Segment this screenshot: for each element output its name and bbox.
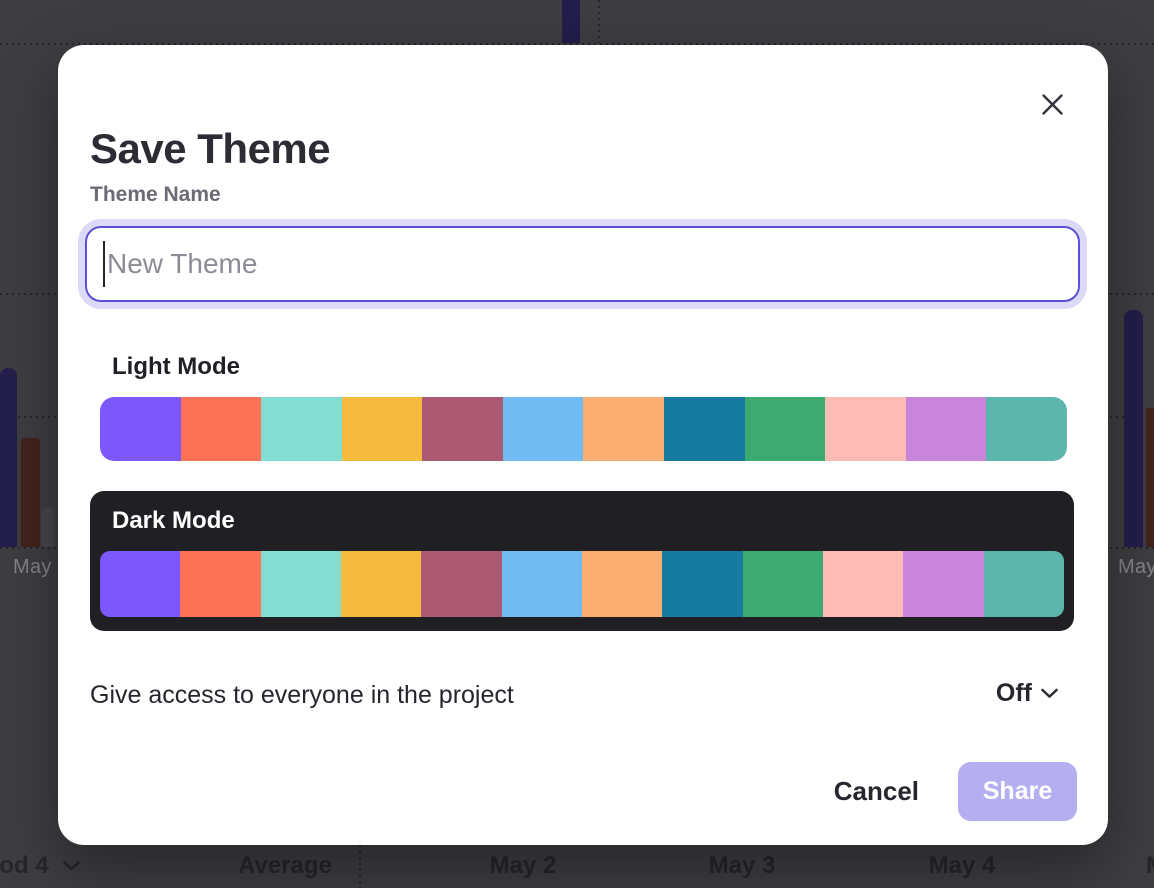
color-swatch bbox=[421, 551, 501, 617]
text-cursor bbox=[103, 241, 105, 287]
chart-bar bbox=[1124, 310, 1143, 547]
color-swatch bbox=[341, 551, 421, 617]
period-dropdown[interactable]: Period 4 bbox=[0, 852, 80, 880]
color-swatch bbox=[906, 397, 987, 461]
axis-label-may-left: May bbox=[13, 556, 52, 579]
color-swatch bbox=[825, 397, 906, 461]
color-swatch bbox=[743, 551, 823, 617]
x-axis-label: May 2 bbox=[490, 852, 557, 880]
color-swatch bbox=[903, 551, 983, 617]
chart-bar bbox=[0, 368, 17, 547]
color-swatch bbox=[823, 551, 903, 617]
color-swatch bbox=[502, 551, 582, 617]
gridline bbox=[598, 0, 600, 43]
chart-bar bbox=[42, 508, 54, 547]
theme-name-input[interactable] bbox=[85, 226, 1080, 302]
color-swatch bbox=[664, 397, 745, 461]
color-swatch bbox=[422, 397, 503, 461]
dark-mode-palette bbox=[100, 551, 1064, 617]
dialog-title: Save Theme bbox=[90, 125, 330, 173]
x-axis-label: May 3 bbox=[709, 852, 776, 880]
dialog-footer: Cancel Share bbox=[834, 762, 1077, 821]
share-button[interactable]: Share bbox=[958, 762, 1077, 821]
color-swatch bbox=[582, 551, 662, 617]
color-swatch bbox=[986, 397, 1067, 461]
chart-bar bbox=[21, 438, 40, 547]
access-dropdown[interactable]: Off bbox=[996, 679, 1058, 708]
light-mode-label: Light Mode bbox=[112, 353, 240, 381]
color-swatch bbox=[180, 551, 260, 617]
light-mode-palette bbox=[100, 397, 1067, 461]
chevron-down-icon bbox=[1041, 688, 1058, 699]
chevron-down-icon bbox=[63, 861, 80, 871]
dark-mode-preview-card: Dark Mode bbox=[90, 491, 1074, 631]
color-swatch bbox=[100, 397, 181, 461]
save-theme-dialog: Save Theme Theme Name Light Mode Dark Mo… bbox=[58, 45, 1108, 845]
chart-bar bbox=[1146, 408, 1154, 547]
color-swatch bbox=[261, 551, 341, 617]
x-axis-label: Average bbox=[238, 852, 332, 880]
period-dropdown-label: Period 4 bbox=[0, 852, 49, 880]
close-button[interactable] bbox=[1033, 85, 1071, 123]
color-swatch bbox=[583, 397, 664, 461]
access-label: Give access to everyone in the project bbox=[90, 681, 514, 710]
chart-bar bbox=[562, 0, 580, 43]
color-swatch bbox=[261, 397, 342, 461]
close-icon bbox=[1041, 93, 1064, 116]
x-axis-label: May 4 bbox=[929, 852, 996, 880]
color-swatch bbox=[662, 551, 742, 617]
dark-mode-label: Dark Mode bbox=[112, 507, 235, 535]
cancel-button[interactable]: Cancel bbox=[834, 776, 919, 807]
color-swatch bbox=[984, 551, 1064, 617]
color-swatch bbox=[503, 397, 584, 461]
theme-name-field-wrap bbox=[85, 226, 1080, 302]
access-dropdown-value: Off bbox=[996, 679, 1032, 708]
gridline bbox=[359, 845, 361, 888]
color-swatch bbox=[745, 397, 826, 461]
axis-label-may-right: May bbox=[1118, 556, 1154, 579]
theme-name-label: Theme Name bbox=[90, 183, 221, 207]
color-swatch bbox=[100, 551, 180, 617]
x-axis-label-partial: M bbox=[1146, 852, 1154, 880]
color-swatch bbox=[342, 397, 423, 461]
color-swatch bbox=[181, 397, 262, 461]
